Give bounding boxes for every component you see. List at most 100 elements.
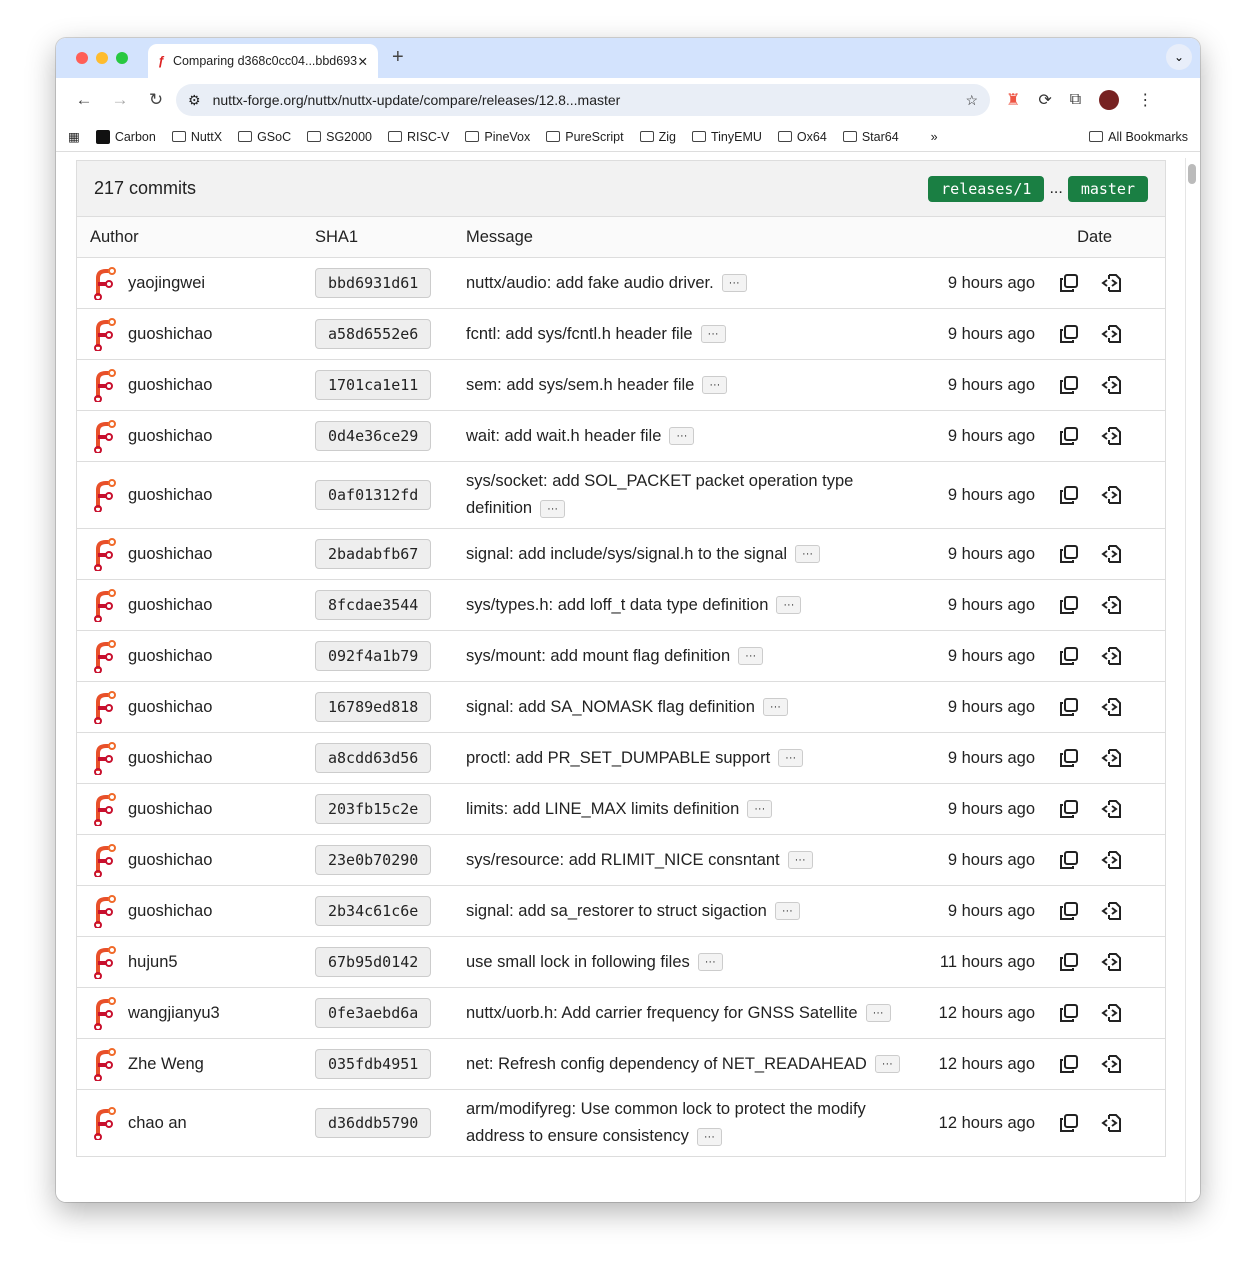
commit-author[interactable]: guoshichao bbox=[128, 486, 212, 505]
commit-sha-button[interactable]: 0d4e36ce29 bbox=[315, 421, 432, 451]
commit-sha-button[interactable]: a8cdd63d56 bbox=[315, 743, 432, 773]
bookmark-tinyemu[interactable]: TinyEMU bbox=[691, 130, 762, 144]
commit-sha-button[interactable]: 0af01312fd bbox=[315, 480, 432, 510]
copy-icon[interactable] bbox=[1059, 850, 1079, 870]
commit-message[interactable]: use small lock in following files bbox=[466, 953, 690, 971]
commit-sha-button[interactable]: 203fb15c2e bbox=[315, 794, 432, 824]
back-button[interactable]: ← bbox=[66, 90, 102, 110]
expand-message-button[interactable]: ··· bbox=[778, 749, 804, 768]
expand-message-button[interactable]: ··· bbox=[696, 1127, 722, 1146]
commit-message[interactable]: sem: add sys/sem.h header file bbox=[466, 376, 694, 394]
commit-author[interactable]: guoshichao bbox=[128, 325, 212, 344]
sync-icon[interactable]: ⟳ bbox=[1038, 90, 1051, 110]
apps-icon[interactable]: ▦ bbox=[68, 129, 80, 144]
commit-author[interactable]: wangjianyu3 bbox=[128, 1004, 220, 1023]
commit-sha-button[interactable]: 1701ca1e11 bbox=[315, 370, 432, 400]
commit-message[interactable]: sys/resource: add RLIMIT_NICE consntant bbox=[466, 851, 780, 869]
browse-source-icon[interactable] bbox=[1101, 426, 1123, 446]
copy-icon[interactable] bbox=[1059, 748, 1079, 768]
browse-source-icon[interactable] bbox=[1101, 646, 1123, 666]
commit-author[interactable]: guoshichao bbox=[128, 596, 212, 615]
commit-sha-button[interactable]: 092f4a1b79 bbox=[315, 641, 432, 671]
commit-message[interactable]: signal: add SA_NOMASK flag definition bbox=[466, 698, 755, 716]
commit-sha-button[interactable]: 2badabfb67 bbox=[315, 539, 432, 569]
expand-message-button[interactable]: ··· bbox=[776, 596, 802, 615]
copy-icon[interactable] bbox=[1059, 324, 1079, 344]
commit-author[interactable]: hujun5 bbox=[128, 953, 178, 972]
commit-message[interactable]: sys/mount: add mount flag definition bbox=[466, 647, 730, 665]
browse-source-icon[interactable] bbox=[1101, 544, 1123, 564]
commit-message[interactable]: arm/modifyreg: Use common lock to protec… bbox=[466, 1100, 866, 1145]
expand-message-button[interactable]: ··· bbox=[795, 545, 821, 564]
copy-icon[interactable] bbox=[1059, 1054, 1079, 1074]
commit-author[interactable]: guoshichao bbox=[128, 427, 212, 446]
bookmark-carbon[interactable]: Carbon bbox=[95, 129, 156, 144]
commit-author[interactable]: guoshichao bbox=[128, 698, 212, 717]
expand-message-button[interactable]: ··· bbox=[540, 499, 566, 518]
copy-icon[interactable] bbox=[1059, 799, 1079, 819]
commit-author[interactable]: guoshichao bbox=[128, 749, 212, 768]
copy-icon[interactable] bbox=[1059, 1003, 1079, 1023]
copy-icon[interactable] bbox=[1059, 426, 1079, 446]
expand-message-button[interactable]: ··· bbox=[774, 902, 800, 921]
all-bookmarks[interactable]: All Bookmarks bbox=[1089, 130, 1188, 144]
copy-icon[interactable] bbox=[1059, 595, 1079, 615]
minimize-window-button[interactable] bbox=[96, 52, 108, 64]
browse-source-icon[interactable] bbox=[1101, 799, 1123, 819]
browser-tab[interactable]: ƒ Comparing d368c0cc04...bbd6931d61 ✕ bbox=[148, 44, 378, 78]
bookmark-ox64[interactable]: Ox64 bbox=[777, 130, 827, 144]
browse-source-icon[interactable] bbox=[1101, 375, 1123, 395]
commit-author[interactable]: guoshichao bbox=[128, 545, 212, 564]
expand-message-button[interactable]: ··· bbox=[874, 1055, 900, 1074]
commit-sha-button[interactable]: a58d6552e6 bbox=[315, 319, 432, 349]
browse-source-icon[interactable] bbox=[1101, 485, 1123, 505]
bookmark-purescript[interactable]: PureScript bbox=[546, 130, 624, 144]
commit-message[interactable]: wait: add wait.h header file bbox=[466, 427, 661, 445]
commit-author[interactable]: Zhe Weng bbox=[128, 1055, 204, 1074]
commit-author[interactable]: guoshichao bbox=[128, 800, 212, 819]
copy-icon[interactable] bbox=[1059, 1113, 1079, 1133]
tab-search-button[interactable]: ⌄ bbox=[1166, 44, 1192, 70]
commit-sha-button[interactable]: 8fcdae3544 bbox=[315, 590, 432, 620]
browse-source-icon[interactable] bbox=[1101, 595, 1123, 615]
copy-icon[interactable] bbox=[1059, 952, 1079, 972]
url-text[interactable]: nuttx-forge.org/nuttx/nuttx-update/compa… bbox=[213, 92, 966, 108]
browse-source-icon[interactable] bbox=[1101, 952, 1123, 972]
expand-message-button[interactable]: ··· bbox=[747, 800, 773, 819]
browse-source-icon[interactable] bbox=[1101, 850, 1123, 870]
browse-source-icon[interactable] bbox=[1101, 697, 1123, 717]
extension-icon[interactable]: ♜ bbox=[1006, 90, 1020, 110]
expand-message-button[interactable]: ··· bbox=[787, 851, 813, 870]
expand-message-button[interactable]: ··· bbox=[702, 376, 728, 395]
commit-message[interactable]: net: Refresh config dependency of NET_RE… bbox=[466, 1055, 867, 1073]
commit-author[interactable]: yaojingwei bbox=[128, 274, 205, 293]
bookmark-pinevox[interactable]: PineVox bbox=[465, 130, 530, 144]
scrollbar[interactable] bbox=[1188, 164, 1196, 184]
commit-sha-button[interactable]: 0fe3aebd6a bbox=[315, 998, 432, 1028]
expand-message-button[interactable]: ··· bbox=[721, 274, 747, 293]
commit-sha-button[interactable]: bbd6931d61 bbox=[315, 268, 432, 298]
bookmark-star-icon[interactable]: ☆ bbox=[965, 92, 978, 109]
expand-message-button[interactable]: ··· bbox=[669, 427, 695, 446]
commit-sha-button[interactable]: 16789ed818 bbox=[315, 692, 432, 722]
bookmarks-overflow-button[interactable]: » bbox=[931, 130, 938, 144]
browse-source-icon[interactable] bbox=[1101, 1054, 1123, 1074]
reload-button[interactable]: ↻ bbox=[138, 90, 174, 110]
bookmark-gsoc[interactable]: GSoC bbox=[238, 130, 291, 144]
commit-message[interactable]: signal: add include/sys/signal.h to the … bbox=[466, 545, 787, 563]
browse-source-icon[interactable] bbox=[1101, 1113, 1123, 1133]
commit-author[interactable]: guoshichao bbox=[128, 902, 212, 921]
browse-source-icon[interactable] bbox=[1101, 324, 1123, 344]
commit-sha-button[interactable]: 2b34c61c6e bbox=[315, 896, 432, 926]
base-ref-badge[interactable]: releases/1 bbox=[928, 175, 1045, 202]
copy-icon[interactable] bbox=[1059, 901, 1079, 921]
expand-message-button[interactable]: ··· bbox=[738, 647, 764, 666]
expand-message-button[interactable]: ··· bbox=[762, 698, 788, 717]
copy-icon[interactable] bbox=[1059, 375, 1079, 395]
expand-message-button[interactable]: ··· bbox=[697, 953, 723, 972]
commit-sha-button[interactable]: 035fdb4951 bbox=[315, 1049, 432, 1079]
commit-author[interactable]: guoshichao bbox=[128, 851, 212, 870]
browse-source-icon[interactable] bbox=[1101, 273, 1123, 293]
close-window-button[interactable] bbox=[76, 52, 88, 64]
commit-sha-button[interactable]: 67b95d0142 bbox=[315, 947, 432, 977]
